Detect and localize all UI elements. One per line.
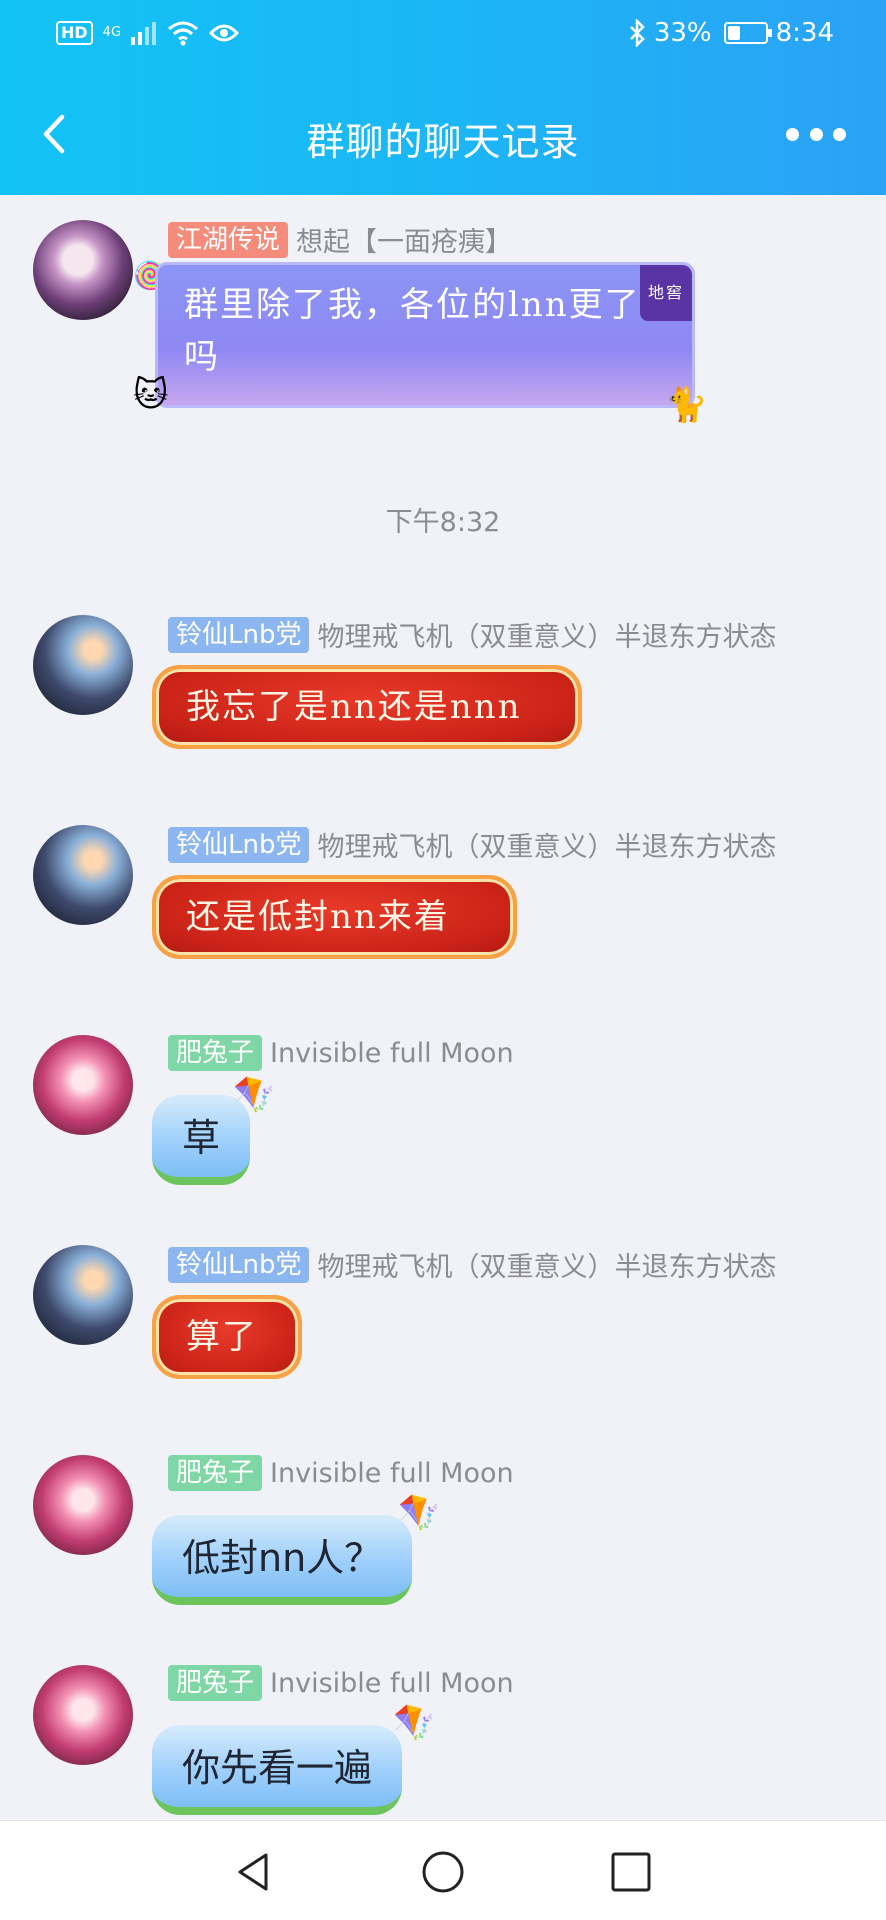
status-bar: HD 4G 33% 8:34 <box>0 0 886 72</box>
sender-name[interactable]: 物理戒飞机（双重意义）半退东方状态 <box>317 615 776 654</box>
sleeping-cat-icon: 🐈 <box>665 385 708 425</box>
sender-row: 肥兔子 Invisible full Moon <box>168 1455 514 1491</box>
group-title-badge: 肥兔子 <box>168 1665 263 1701</box>
timestamp: 下午8:32 <box>385 507 501 538</box>
sender-name[interactable]: 想起【一面疮痍】 <box>296 220 512 259</box>
cat-sticker-icon: 🐱 <box>133 375 169 415</box>
message-item: 肥兔子 Invisible full Moon 你先看一遍 🪁 <box>0 1665 886 1820</box>
message-text: 你先看一遍 <box>182 1746 373 1790</box>
message-bubble[interactable]: 我忘了是nn还是nnn <box>152 665 582 749</box>
more-dot <box>809 127 823 141</box>
message-text: 我忘了是nn还是nnn <box>186 687 522 727</box>
kite-icon: 🪁 <box>398 1493 441 1533</box>
avatar[interactable] <box>33 1035 133 1135</box>
chat-list[interactable]: 🍭 江湖传说 想起【一面疮痍】 群里除了我，各位的lnn更了吗 地窖 🐱 🐈 下… <box>0 195 886 1820</box>
message-item: 铃仙Lnb党 物理戒飞机（双重意义）半退东方状态 我忘了是nn还是nnn <box>0 615 886 785</box>
sender-name[interactable]: 物理戒飞机（双重意义）半退东方状态 <box>317 1245 776 1284</box>
avatar[interactable] <box>33 220 133 320</box>
kite-icon: 🪁 <box>393 1703 436 1743</box>
group-title-badge: 江湖传说 <box>168 221 289 258</box>
message-bubble[interactable]: 算了 <box>152 1295 302 1379</box>
message-bubble[interactable]: 你先看一遍 <box>152 1725 403 1815</box>
title-bar: 群聊的聊天记录 <box>0 95 886 175</box>
group-title-badge: 肥兔子 <box>168 1035 263 1071</box>
group-title-badge: 铃仙Lnb党 <box>168 616 310 653</box>
signal-icon <box>131 22 157 45</box>
page-title: 群聊的聊天记录 <box>306 120 580 164</box>
header-bar: HD 4G 33% 8:34 群聊的聊天记录 <box>0 0 886 195</box>
status-left: HD 4G <box>56 20 240 46</box>
wifi-icon <box>168 21 199 46</box>
group-title-badge: 肥兔子 <box>168 1455 263 1491</box>
sender-row: 肥兔子 Invisible full Moon <box>168 1665 514 1701</box>
hd-badge: HD <box>56 21 93 45</box>
bluetooth-icon <box>629 19 645 47</box>
message-item: 肥兔子 Invisible full Moon 草 🪁 <box>0 1035 886 1215</box>
nav-home-icon[interactable] <box>420 1849 466 1895</box>
message-text: 还是低封nn来着 <box>186 897 450 937</box>
status-right: 33% 8:34 <box>628 18 834 48</box>
battery-icon <box>723 22 772 44</box>
more-button[interactable] <box>786 119 846 149</box>
message-bubble[interactable]: 还是低封nn来着 <box>152 875 517 959</box>
sender-row: 肥兔子 Invisible full Moon <box>168 1035 514 1071</box>
network-type: 4G <box>102 25 122 40</box>
eye-icon <box>209 24 240 42</box>
system-nav-bar <box>0 1820 886 1920</box>
message-item: 铃仙Lnb党 物理戒飞机（双重意义）半退东方状态 算了 <box>0 1245 886 1415</box>
sender-row: 铃仙Lnb党 物理戒飞机（双重意义）半退东方状态 <box>168 1245 776 1284</box>
sender-row: 铃仙Lnb党 物理戒飞机（双重意义）半退东方状态 <box>168 825 776 864</box>
battery-fill <box>727 26 740 40</box>
group-title-badge: 铃仙Lnb党 <box>168 1246 310 1283</box>
kite-icon: 🪁 <box>233 1075 276 1115</box>
clock: 8:34 <box>775 18 834 48</box>
message-bubble[interactable]: 低封nn人？ <box>152 1515 413 1605</box>
bubble-tag: 地窖 <box>639 265 692 321</box>
sender-name[interactable]: 物理戒飞机（双重意义）半退东方状态 <box>317 825 776 864</box>
message-item: 肥兔子 Invisible full Moon 低封nn人？ 🪁 <box>0 1455 886 1635</box>
message-bubble[interactable]: 群里除了我，各位的lnn更了吗 地窖 <box>155 262 695 408</box>
nav-back-icon[interactable] <box>230 1849 276 1895</box>
avatar[interactable] <box>33 1455 133 1555</box>
avatar[interactable] <box>33 615 133 715</box>
avatar[interactable] <box>33 1245 133 1345</box>
avatar[interactable] <box>33 825 133 925</box>
more-dots-icon <box>786 127 799 141</box>
nav-recent-icon[interactable] <box>608 1849 654 1895</box>
avatar[interactable] <box>33 1665 133 1765</box>
message-text: 低封nn人？ <box>182 1536 383 1580</box>
more-dot <box>833 127 846 141</box>
sender-name[interactable]: Invisible full Moon <box>270 1668 514 1699</box>
message-item: 🍭 江湖传说 想起【一面疮痍】 群里除了我，各位的lnn更了吗 地窖 🐱 🐈 <box>0 210 886 440</box>
sender-name[interactable]: Invisible full Moon <box>270 1038 514 1069</box>
message-text: 算了 <box>186 1317 258 1357</box>
sender-row: 铃仙Lnb党 物理戒飞机（双重意义）半退东方状态 <box>168 615 776 654</box>
message-text: 草 <box>182 1116 221 1160</box>
message-item: 铃仙Lnb党 物理戒飞机（双重意义）半退东方状态 还是低封nn来着 <box>0 825 886 995</box>
sender-row: 江湖传说 想起【一面疮痍】 <box>168 220 512 259</box>
message-text: 群里除了我，各位的lnn更了吗 <box>184 285 641 377</box>
group-title-badge: 铃仙Lnb党 <box>168 826 310 863</box>
battery-percent: 33% <box>653 18 712 48</box>
sender-name[interactable]: Invisible full Moon <box>270 1458 514 1489</box>
